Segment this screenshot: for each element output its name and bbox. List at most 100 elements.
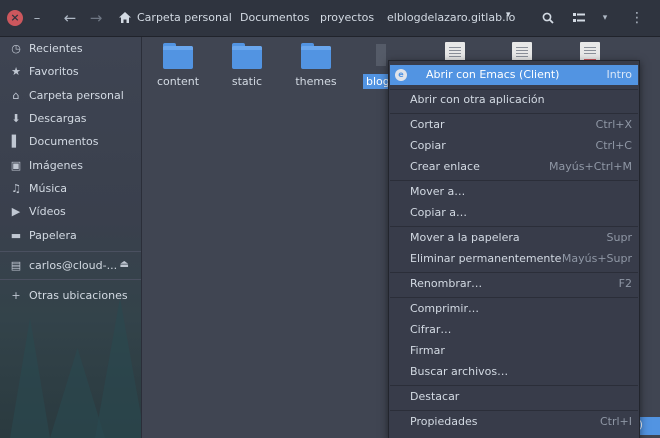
- star-icon: ★: [11, 64, 21, 78]
- download-icon: ⬇: [11, 111, 21, 125]
- menu-separator: [390, 226, 638, 227]
- menu-item-comprimir[interactable]: Comprimir…: [390, 299, 638, 319]
- sidebar-item-label: Música: [29, 181, 68, 195]
- menu-item-destacar[interactable]: Destacar: [390, 387, 638, 407]
- menu-item-cortar[interactable]: Cortar Ctrl+X: [390, 115, 638, 135]
- home-icon: [119, 12, 131, 23]
- menu-item-mover-a[interactable]: Mover a…: [390, 182, 638, 202]
- breadcrumb-documentos[interactable]: Documentos: [240, 9, 309, 27]
- menu-item-shortcut: Ctrl+I: [599, 415, 632, 428]
- list-view-icon: [573, 13, 585, 22]
- menu-item-buscar-archivos[interactable]: Buscar archivos…: [390, 362, 638, 382]
- menu-item-label: Propiedades: [410, 415, 478, 428]
- sidebar-separator: [0, 279, 141, 280]
- background-tree: [95, 298, 141, 438]
- view-options-button[interactable]: ▾: [597, 8, 613, 28]
- folder-item[interactable]: content: [146, 43, 210, 89]
- menu-item-crear-enlace[interactable]: Crear enlace Mayús+Ctrl+M: [390, 157, 638, 177]
- kebab-menu-icon: ⋮: [630, 10, 644, 26]
- menu-item-label: Renombrar…: [410, 277, 483, 290]
- breadcrumb-current-folder[interactable]: elblogdelazaro.gitlab.io: [387, 9, 515, 27]
- menu-item-eliminar[interactable]: Eliminar permanentemente Mayús+Supr: [390, 249, 638, 269]
- menu-item-label: Mover a la papelera: [410, 231, 520, 244]
- sidebar-item-recientes[interactable]: ◷ Recientes: [0, 37, 141, 59]
- minimize-window-button[interactable]: –: [30, 8, 44, 28]
- app-menu-button[interactable]: ⋮: [627, 8, 647, 28]
- sidebar-item-papelera[interactable]: ▬ Papelera: [0, 224, 141, 246]
- background-tree: [10, 318, 50, 438]
- sidebar-item-documentos[interactable]: ▌ Documentos: [0, 130, 141, 152]
- menu-item-abrir-con-otra[interactable]: Abrir con otra aplicación: [390, 90, 638, 110]
- menu-separator: [390, 180, 638, 181]
- sidebar-item-label: carlos@cloud-...: [29, 258, 118, 272]
- sidebar-item-label: Otras ubicaciones: [29, 288, 128, 302]
- menu-item-shortcut: F2: [618, 277, 632, 290]
- eject-icon[interactable]: ⏏: [120, 259, 129, 270]
- drive-icon: ▤: [10, 258, 22, 272]
- chevron-down-icon[interactable]: ▾: [506, 10, 511, 20]
- folder-name: content: [156, 75, 200, 88]
- video-icon: ▶: [11, 204, 21, 218]
- sidebar-item-descargas[interactable]: ⬇ Descargas: [0, 107, 141, 129]
- menu-item-abrir-con-emacs[interactable]: e Abrir con Emacs (Client) Intro: [390, 65, 638, 85]
- music-icon: ♫: [11, 181, 21, 195]
- close-icon: ×: [10, 11, 20, 24]
- menu-item-mover-papelera[interactable]: Mover a la papelera Supr: [390, 228, 638, 248]
- sidebar-item-videos[interactable]: ▶ Vídeos: [0, 200, 141, 222]
- menu-item-label: Destacar: [410, 390, 460, 403]
- sidebar-item-imagenes[interactable]: ▣ Imágenes: [0, 154, 141, 176]
- sidebar-separator: [0, 251, 141, 252]
- menu-separator: [390, 113, 638, 114]
- menu-item-copiar-a[interactable]: Copiar a…: [390, 203, 638, 223]
- file-icon: [376, 44, 386, 66]
- folder-icon: [301, 43, 331, 69]
- sidebar-item-label: Favoritos: [29, 64, 79, 78]
- menu-separator: [390, 272, 638, 273]
- forward-button[interactable]: →: [86, 8, 106, 28]
- menu-item-shortcut: Intro: [606, 68, 632, 81]
- folder-name: themes: [295, 75, 337, 88]
- menu-item-renombrar[interactable]: Renombrar… F2: [390, 274, 638, 294]
- menu-separator: [390, 297, 638, 298]
- menu-item-label: Buscar archivos…: [410, 365, 509, 378]
- search-button[interactable]: [538, 8, 558, 28]
- arrow-left-icon: ←: [63, 9, 77, 27]
- menu-item-propiedades[interactable]: Propiedades Ctrl+I: [390, 412, 638, 432]
- menu-item-copiar[interactable]: Copiar Ctrl+C: [390, 136, 638, 156]
- sidebar-item-network-drive[interactable]: ▤ carlos@cloud-... ⏏: [0, 254, 141, 276]
- sidebar-item-label: Descargas: [29, 111, 87, 125]
- menu-item-firmar[interactable]: Firmar: [390, 341, 638, 361]
- menu-item-label: Abrir con Emacs (Client): [426, 68, 560, 81]
- sidebar-item-label: Papelera: [29, 228, 77, 242]
- view-mode-button[interactable]: [569, 8, 589, 28]
- menu-item-label: Comprimir…: [410, 302, 479, 315]
- folder-icon: [163, 43, 193, 69]
- sidebar-item-label: Vídeos: [29, 204, 66, 218]
- plus-icon: +: [11, 288, 21, 302]
- folder-item[interactable]: themes: [284, 43, 348, 89]
- arrow-right-icon: →: [89, 9, 103, 27]
- menu-item-label: Crear enlace: [410, 160, 480, 173]
- sidebar-item-favoritos[interactable]: ★ Favoritos: [0, 60, 141, 82]
- menu-separator: [390, 385, 638, 386]
- menu-item-shortcut: Mayús+Supr: [561, 252, 632, 265]
- sidebar-item-label: Documentos: [29, 134, 99, 148]
- sidebar-item-otras-ubicaciones[interactable]: + Otras ubicaciones: [0, 284, 141, 306]
- menu-item-label: Eliminar permanentemente: [410, 252, 562, 265]
- background-tree: [50, 348, 105, 438]
- sidebar-item-carpeta-personal[interactable]: ⌂ Carpeta personal: [0, 84, 141, 106]
- sidebar-item-label: Recientes: [29, 41, 83, 55]
- sidebar-item-musica[interactable]: ♫ Música: [0, 177, 141, 199]
- minimize-icon: –: [33, 10, 41, 26]
- chevron-down-icon: ▾: [602, 13, 608, 23]
- search-icon: [542, 12, 554, 24]
- folder-name: static: [231, 75, 263, 88]
- breadcrumb-proyectos[interactable]: proyectos: [320, 9, 374, 27]
- sidebar: ◷ Recientes ★ Favoritos ⌂ Carpeta person…: [0, 37, 142, 438]
- context-menu: e Abrir con Emacs (Client) Intro Abrir c…: [388, 60, 640, 438]
- folder-item[interactable]: static: [215, 43, 279, 89]
- back-button[interactable]: ←: [60, 8, 80, 28]
- menu-item-cifrar[interactable]: Cifrar…: [390, 320, 638, 340]
- breadcrumb-carpeta-personal[interactable]: Carpeta personal: [137, 9, 232, 27]
- close-window-button[interactable]: ×: [7, 10, 23, 26]
